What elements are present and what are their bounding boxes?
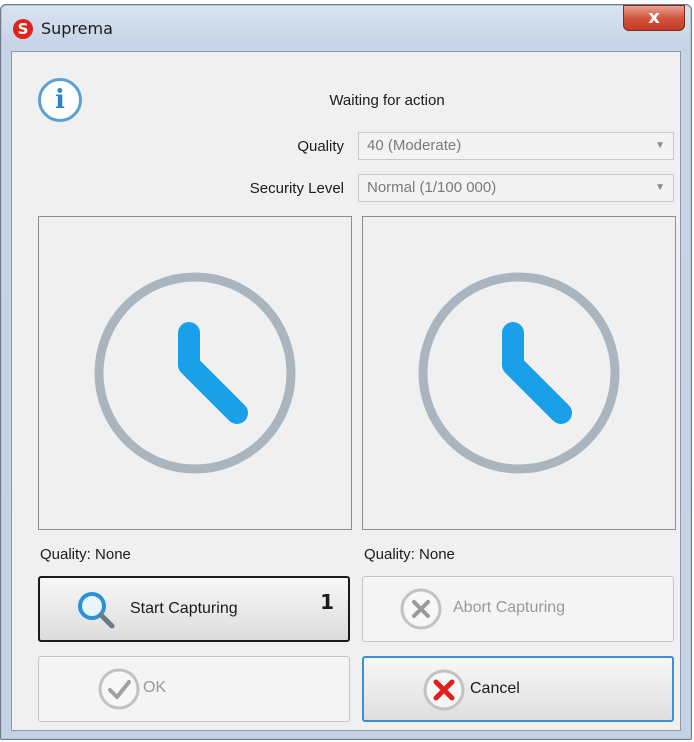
security-level-dropdown[interactable]: Normal (1/100 000) ▼ <box>358 174 674 202</box>
cancel-x-icon <box>423 669 465 711</box>
close-button[interactable]: x <box>623 5 685 31</box>
security-level-dropdown-value: Normal (1/100 000) <box>367 179 497 196</box>
info-icon: i <box>38 78 82 122</box>
cancel-circle-icon <box>400 588 442 630</box>
checkmark-circle-icon <box>98 668 140 710</box>
title-bar[interactable]: S Suprema x <box>1 5 691 51</box>
capture-panel-right <box>362 216 676 530</box>
step-number-badge: 1 <box>320 590 334 614</box>
right-quality-readout: Quality: None <box>364 546 455 563</box>
status-message: Waiting for action <box>329 92 445 109</box>
quality-dropdown-value: 40 (Moderate) <box>367 137 462 154</box>
start-capturing-label: Start Capturing <box>130 600 238 617</box>
clock-icon <box>418 272 620 474</box>
cancel-button[interactable]: Cancel <box>362 656 674 722</box>
chevron-down-icon: ▼ <box>655 182 665 193</box>
chevron-down-icon: ▼ <box>655 140 665 151</box>
quality-dropdown[interactable]: 40 (Moderate) ▼ <box>358 132 674 160</box>
window-title: Suprema <box>41 19 113 38</box>
capture-panel-left <box>38 216 352 530</box>
quality-label: Quality <box>297 138 344 155</box>
suprema-dialog: S Suprema x i Waiting for action Quality… <box>0 4 692 740</box>
clock-icon <box>94 272 296 474</box>
magnifier-icon <box>78 592 115 629</box>
left-quality-readout: Quality: None <box>40 546 131 563</box>
suprema-logo-icon: S <box>13 19 33 39</box>
ok-label: OK <box>143 679 167 696</box>
dialog-content: i Waiting for action Quality 40 (Moderat… <box>11 51 681 731</box>
start-capturing-button[interactable]: Start Capturing 1 <box>38 576 350 642</box>
cancel-label: Cancel <box>470 680 520 697</box>
abort-capturing-button[interactable]: Abort Capturing <box>362 576 674 642</box>
abort-capturing-label: Abort Capturing <box>453 599 566 616</box>
security-level-label: Security Level <box>249 180 344 197</box>
ok-button[interactable]: OK <box>38 656 350 722</box>
